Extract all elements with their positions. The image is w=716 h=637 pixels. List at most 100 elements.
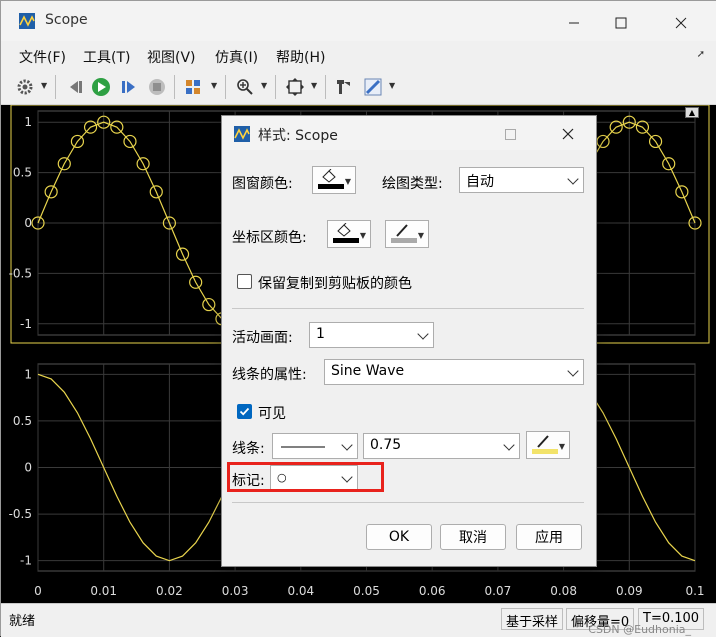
close-button[interactable]	[658, 9, 704, 37]
y-tick-label: -1	[20, 554, 32, 568]
layout-dropdown-icon[interactable]: ▼	[211, 81, 219, 90]
dialog-maximize-button[interactable]	[490, 122, 530, 146]
menu-tools[interactable]: 工具(T)	[83, 47, 130, 67]
figure-color-label: 图窗颜色:	[232, 176, 293, 192]
toolbar-separator	[325, 75, 326, 99]
pen-icon	[537, 435, 549, 448]
minimize-button[interactable]	[551, 9, 597, 37]
x-tick-label: 0.01	[90, 584, 117, 598]
plot-type-value: 自动	[466, 174, 494, 190]
line-color-swatch	[532, 449, 558, 454]
line-width-select[interactable]: 0.75	[363, 433, 520, 459]
maximize-button[interactable]	[598, 9, 644, 37]
line-properties-select[interactable]: Sine Wave	[324, 359, 584, 385]
autoscale-button[interactable]	[283, 75, 307, 99]
stop-button[interactable]	[145, 75, 169, 99]
axes-background-color-button[interactable]: ▼	[327, 220, 371, 248]
figure-color-button[interactable]: ▼	[312, 166, 356, 194]
pin-menubar-icon[interactable]: ➚	[697, 49, 705, 60]
line-properties-label: 线条的属性:	[232, 367, 307, 383]
toolbar-separator	[275, 75, 276, 99]
line-properties-value: Sine Wave	[331, 363, 405, 379]
step-forward-button[interactable]	[117, 75, 141, 99]
line-style-select[interactable]	[272, 433, 358, 459]
measurement-dropdown-icon[interactable]: ▼	[389, 81, 397, 90]
ok-button[interactable]: OK	[366, 524, 432, 550]
settings-button[interactable]	[13, 75, 37, 99]
minimize-icon	[569, 22, 579, 24]
y-tick-label: 0.5	[13, 414, 32, 428]
menu-file[interactable]: 文件(F)	[19, 47, 66, 67]
autoscale-dropdown-icon[interactable]: ▼	[311, 81, 319, 90]
maximize-icon	[615, 17, 627, 29]
dialog-title-bar: 样式: Scope	[222, 116, 596, 150]
marker-highlight-box	[227, 462, 384, 492]
dialog-title: 样式: Scope	[258, 128, 338, 144]
close-icon	[675, 17, 687, 29]
active-display-value: 1	[316, 326, 325, 342]
cancel-button[interactable]: 取消	[440, 524, 506, 550]
gear-icon	[17, 79, 33, 95]
menu-simulation[interactable]: 仿真(I)	[215, 47, 258, 67]
step-back-button[interactable]	[63, 75, 87, 99]
step-forward-icon	[122, 81, 135, 93]
y-tick-label: 1	[24, 115, 32, 129]
visible-checkbox[interactable]	[237, 404, 252, 419]
x-tick-label: 0.09	[616, 584, 643, 598]
keep-colors-label: 保留复制到剪贴板的颜色	[258, 276, 412, 292]
settings-dropdown-icon[interactable]: ▼	[41, 81, 49, 90]
zoom-button[interactable]	[233, 75, 257, 99]
dialog-close-button[interactable]	[548, 122, 588, 146]
x-tick-label: 0.05	[353, 584, 380, 598]
active-display-select[interactable]: 1	[309, 322, 434, 348]
plot-type-label: 绘图类型:	[382, 176, 443, 192]
step-back-icon	[70, 81, 82, 93]
y-tick-label: 0	[24, 216, 32, 230]
plot-type-select[interactable]: 自动	[459, 167, 584, 193]
undock-axes-icon[interactable]: ▲	[685, 107, 699, 118]
zoom-dropdown-icon[interactable]: ▼	[261, 81, 269, 90]
line-width-value: 0.75	[370, 437, 402, 453]
menu-help[interactable]: 帮助(H)	[276, 47, 325, 67]
apply-button[interactable]: 应用	[516, 524, 582, 550]
menu-bar: 文件(F) 工具(T) 视图(V) 仿真(I) 帮助(H)	[1, 41, 716, 69]
visible-label: 可见	[258, 406, 286, 422]
chevron-down-icon	[503, 439, 515, 451]
chevron-down-icon	[567, 173, 579, 185]
menu-view[interactable]: 视图(V)	[147, 47, 196, 67]
axes-tick-swatch	[391, 238, 417, 243]
y-tick-label: -0.5	[9, 507, 32, 521]
y-tick-label: 1	[24, 367, 32, 381]
scope-app-icon	[19, 13, 35, 29]
divider	[232, 502, 584, 503]
measurement-button[interactable]	[361, 75, 385, 99]
highlight-block-button[interactable]	[331, 75, 355, 99]
dropdown-caret-icon: ▼	[344, 177, 351, 186]
y-tick-label: -1	[20, 317, 32, 331]
paint-bucket-icon	[322, 169, 336, 183]
run-button[interactable]	[89, 75, 113, 99]
solid-line-icon	[281, 446, 325, 448]
layout-button[interactable]	[181, 75, 205, 99]
scope-app-icon	[234, 126, 250, 142]
dropdown-caret-icon: ▼	[417, 231, 424, 240]
x-tick-label: 0.06	[419, 584, 446, 598]
dropdown-caret-icon: ▼	[359, 231, 366, 240]
pen-icon	[396, 224, 408, 237]
keep-colors-checkbox[interactable]	[237, 274, 252, 289]
y-tick-label: -0.5	[9, 266, 32, 280]
axes-tick-color-button[interactable]: ▼	[385, 220, 429, 248]
divider	[232, 308, 584, 309]
chevron-down-icon	[341, 439, 353, 451]
zoom-in-icon	[237, 79, 253, 95]
line-color-button[interactable]: ▼	[526, 431, 570, 459]
layout-icon	[186, 80, 200, 94]
autoscale-icon	[286, 78, 304, 96]
close-icon	[562, 128, 574, 140]
chevron-down-icon	[567, 365, 579, 377]
toolbar-separator	[174, 75, 175, 99]
line-label: 线条:	[232, 441, 265, 457]
ruler-icon	[364, 78, 382, 96]
window-title: Scope	[45, 12, 88, 28]
active-display-label: 活动画面:	[232, 330, 293, 346]
